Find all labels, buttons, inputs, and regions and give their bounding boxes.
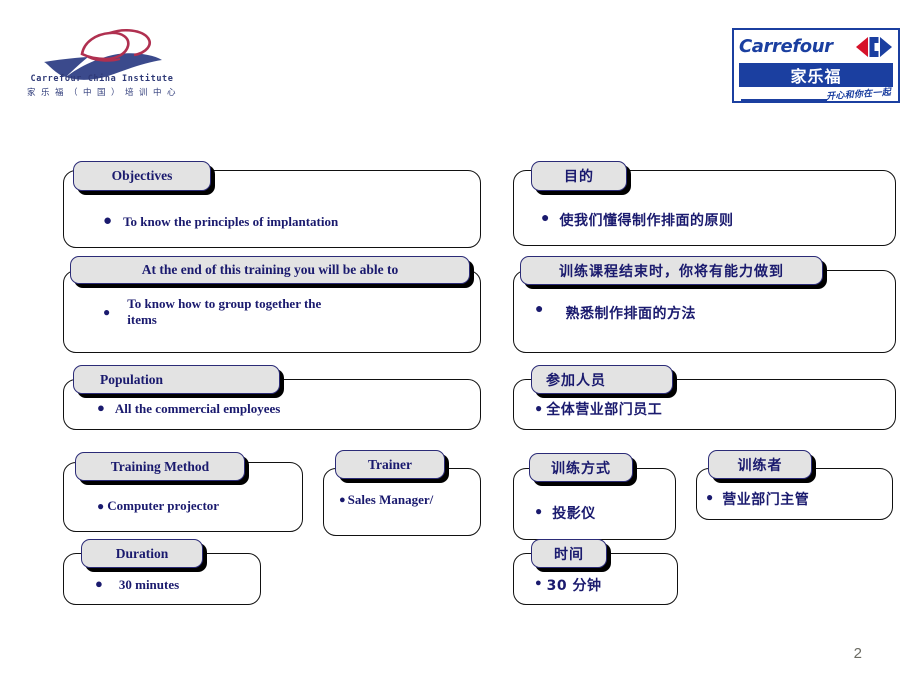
bullet-icon: ● [103,305,111,319]
bullet-icon: ● [535,302,544,317]
card-content: ● To know the principles of implantation [103,214,473,230]
bullet-icon: ● [535,504,543,518]
card-content: ● 投影仪 [535,503,675,523]
bullet-icon: ● [535,401,543,415]
card-header-label: Duration [115,545,169,561]
card-duration-cn: 时间 ● 30 分钟 [513,539,678,605]
carrefour-slogan-label: 开心和你在一起 [825,87,892,103]
card-content: ● 30 分钟 [535,575,675,595]
card-item-text: 熟悉制作排面的方法 [565,306,696,322]
card-header-label: Trainer [368,456,412,472]
card-item-text: 使我们懂得制作排面的原则 [559,213,734,229]
bullet-icon: ● [95,576,103,591]
card-item-text: To know how to group together the items [127,296,322,328]
card-end-of-training: At the end of this training you will be … [63,256,481,353]
card-item-text: 全体营业部门员工 [546,402,663,418]
card-header-label: 训练方式 [551,460,611,477]
card-training-method: Training Method ● Computer projector [63,452,303,532]
card-header-end-of-training-cn: 训练课程结束时，你将有能力做到 [520,256,823,285]
cci-logo-chinese-label: 家 乐 福 （ 中 国 ） 培 训 中 心 [27,88,177,98]
card-trainer-cn: 训练者 ● 营业部门主管 [696,450,893,520]
card-objectives-cn: 目的 ● 使我们懂得制作排面的原则 [513,161,896,246]
card-item-text: 投影仪 [552,506,596,522]
bullet-icon: ● [339,494,346,506]
card-content: ● 熟悉制作排面的方法 [535,303,875,323]
card-content: ● Sales Manager/ [339,492,479,508]
card-header-trainer-cn: 训练者 [708,450,812,479]
carrefour-wordmark: Carrefour [739,36,833,57]
card-header-label: Training Method [110,458,210,474]
card-item-text: All the commercial employees [114,401,281,416]
card-header-label: Objectives [111,168,173,183]
card-duration: Duration ● 30 minutes [63,539,261,605]
card-header-population-cn: 参加人员 [531,365,673,394]
card-item-text: Computer projector [107,498,220,513]
card-header-label: At the end of this training you will be … [141,262,399,277]
card-population: Population ● All the commercial employee… [63,365,481,430]
card-content: ● Computer projector [97,498,297,514]
card-content: ● 30 minutes [95,577,255,593]
bullet-icon: ● [535,577,542,589]
cci-logo-english-label: Carrefour China Institute [30,74,174,84]
card-item-text: 30 分钟 [546,578,602,594]
carrefour-chinese-band: 家乐福 [739,63,893,87]
card-item-text: Sales Manager/ [347,492,434,507]
card-trainer: Trainer ● Sales Manager/ [323,450,481,536]
card-item-text: To know the principles of implantation [123,214,339,229]
card-population-cn: 参加人员 ● 全体营业部门员工 [513,365,896,430]
card-objectives: Objectives ● To know the principles of i… [63,161,481,248]
card-header-label: 参加人员 [546,372,606,389]
bullet-icon: ● [706,490,714,504]
bullet-icon: ● [541,211,550,226]
card-training-method-cn: 训练方式 ● 投影仪 [513,453,676,540]
card-header-end-of-training: At the end of this training you will be … [70,256,470,284]
card-header-label: 目的 [564,169,594,185]
card-content: ● 营业部门主管 [706,489,886,509]
card-content: ● 全体营业部门员工 [535,399,875,419]
card-content: ● All the commercial employees [97,401,467,417]
carrefour-c-mark-icon [856,37,892,57]
bullet-icon: ● [97,499,105,513]
bullet-icon: ● [97,400,105,415]
card-header-population: Population [73,365,280,394]
card-header-training-method-cn: 训练方式 [529,453,633,482]
slide-canvas: Carrefour China Institute 家 乐 福 （ 中 国 ） … [0,0,920,690]
card-item-text: 30 minutes [118,577,180,592]
card-header-trainer: Trainer [335,450,445,479]
bullet-icon: ● [103,213,113,229]
carrefour-slogan-row: 开心和你在一起 [739,88,893,104]
card-content: ● 使我们懂得制作排面的原则 [541,210,881,230]
card-header-label: 训练者 [737,457,783,474]
card-header-label: 训练课程结束时，你将有能力做到 [559,263,784,280]
card-header-training-method: Training Method [75,452,245,481]
carrefour-logo-top-row: Carrefour [739,33,893,61]
carrefour-logo: Carrefour 家乐福 开心和你在一起 [732,28,900,103]
card-header-duration-cn: 时间 [531,539,607,568]
card-header-label: 时间 [554,546,584,563]
card-end-of-training-cn: 训练课程结束时，你将有能力做到 ● 熟悉制作排面的方法 [513,256,896,353]
card-header-objectives-cn: 目的 [531,161,627,191]
card-header-label: Population [100,371,164,387]
carrefour-slogan-rule [741,99,827,101]
carrefour-chinese-label: 家乐福 [790,67,842,86]
card-item-text: 营业部门主管 [722,492,810,508]
card-header-duration: Duration [81,539,203,568]
page-number: 2 [853,645,862,662]
card-content: ● To know how to group together the item… [103,296,433,329]
card-header-objectives: Objectives [73,161,211,191]
